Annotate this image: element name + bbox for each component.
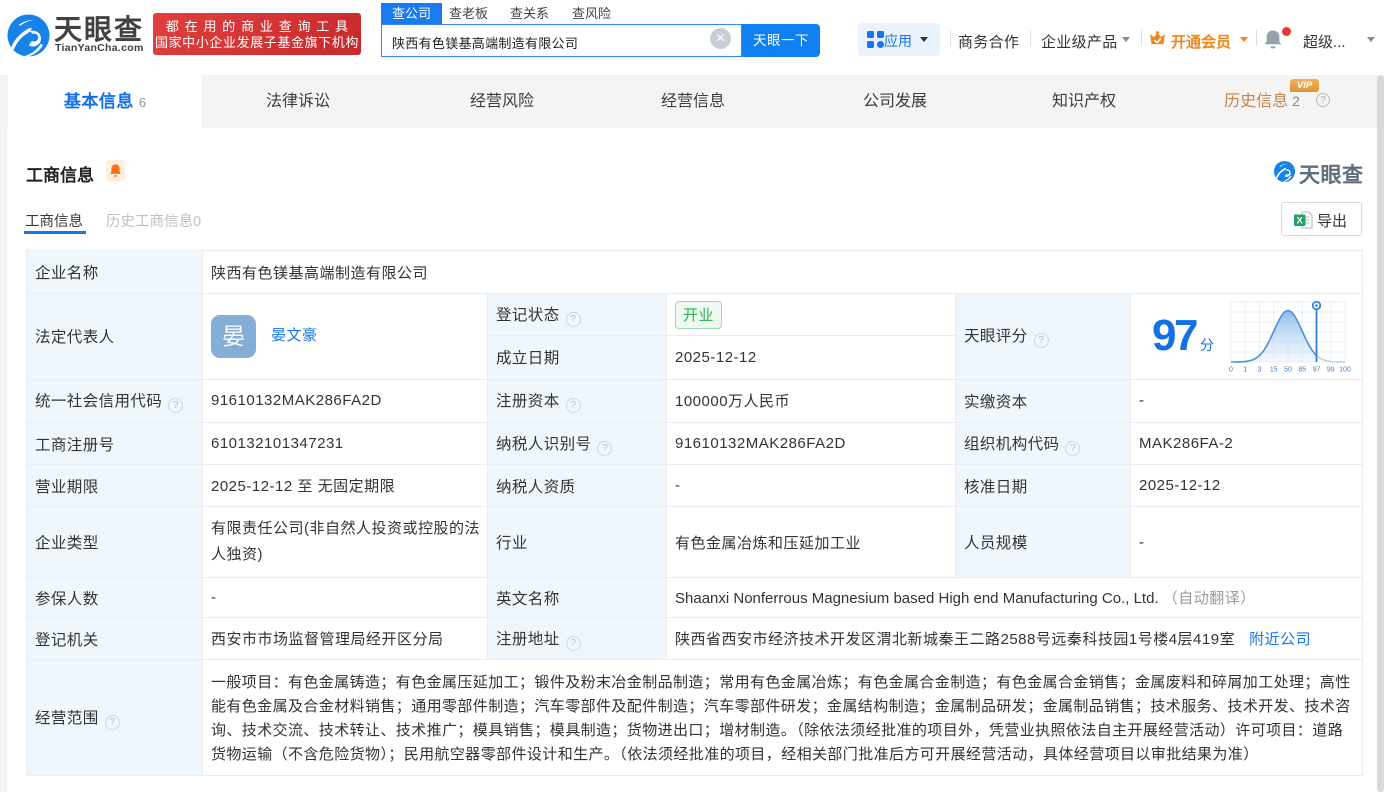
svg-text:99: 99 [1327,367,1335,374]
svg-text:X: X [1297,216,1304,227]
svg-text:3: 3 [1258,367,1262,374]
svg-text:50: 50 [1284,367,1292,374]
svg-text:0: 0 [1229,367,1233,374]
svg-text:1: 1 [1243,367,1247,374]
svg-text:97: 97 [1313,367,1321,374]
svg-text:85: 85 [1298,367,1306,374]
svg-text:100: 100 [1339,367,1351,374]
svg-text:15: 15 [1270,367,1278,374]
